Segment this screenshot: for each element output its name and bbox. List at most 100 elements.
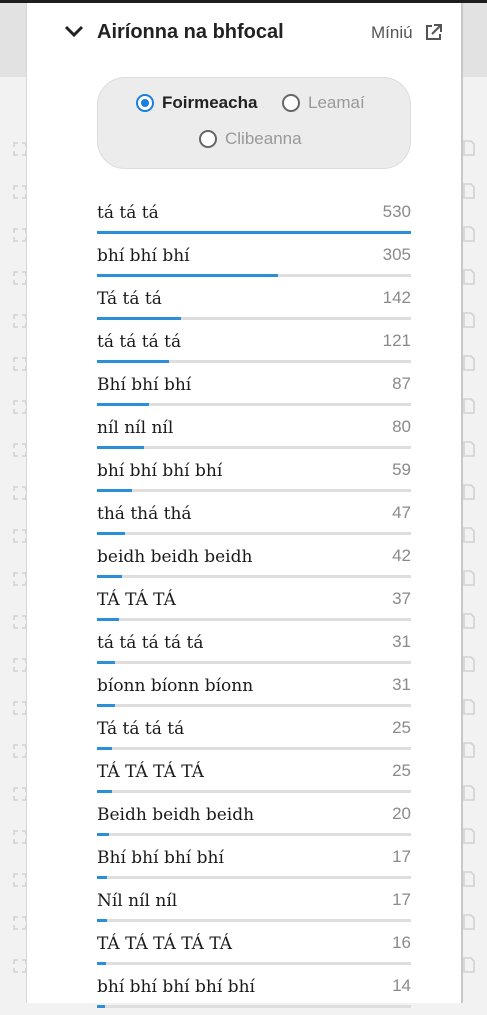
word-form: tá tá tá tá <box>97 332 182 352</box>
frequency-bar-fill <box>97 403 149 406</box>
expand-icon <box>13 443 27 462</box>
radio-option-lemmas[interactable]: Leamaí <box>282 93 365 113</box>
document-icon <box>463 269 475 290</box>
frequency-bar-track <box>97 489 411 492</box>
radio-button[interactable] <box>136 94 154 112</box>
radio-button[interactable] <box>199 130 217 148</box>
expand-icon <box>13 357 27 376</box>
document-icon <box>463 785 475 806</box>
word-count: 31 <box>392 675 411 694</box>
document-icon <box>463 140 475 161</box>
word-form: Tá tá tá tá <box>97 719 185 739</box>
word-count: 121 <box>382 331 411 350</box>
explain-link[interactable]: Míniú <box>371 23 413 43</box>
word-form: Bhí bhí bhí <box>97 375 192 395</box>
frequency-bar-fill <box>97 747 112 750</box>
radio-option-tags[interactable]: Clibeanna <box>199 129 302 149</box>
expand-icon <box>13 873 27 892</box>
expand-icon <box>13 142 27 161</box>
frequency-row[interactable]: bíonn bíonn bíonn 31 <box>97 671 411 714</box>
frequency-row[interactable]: TÁ TÁ TÁ 37 <box>97 585 411 628</box>
frequency-bar-fill <box>97 962 107 965</box>
frequency-bar-track <box>97 962 411 965</box>
frequency-row[interactable]: tá tá tá 530 <box>97 198 411 241</box>
word-count: 20 <box>392 804 411 823</box>
frequency-row[interactable]: bhí bhí bhí 305 <box>97 241 411 284</box>
frequency-bar-fill <box>97 446 145 449</box>
word-count: 142 <box>382 288 411 307</box>
frequency-row[interactable]: bhí bhí bhí bhí 59 <box>97 456 411 499</box>
expand-icon <box>13 615 27 634</box>
chevron-down-icon[interactable] <box>64 25 84 44</box>
word-form: TÁ TÁ TÁ TÁ TÁ <box>97 934 233 954</box>
frequency-row[interactable]: beidh beidh beidh 42 <box>97 542 411 585</box>
document-icon <box>463 656 475 677</box>
word-count: 59 <box>392 460 411 479</box>
word-count: 17 <box>392 847 411 866</box>
frequency-bar-track <box>97 446 411 449</box>
word-form: bhí bhí bhí bhí bhí <box>97 977 255 997</box>
frequency-bar-fill <box>97 661 116 664</box>
word-form: bíonn bíonn bíonn <box>97 676 254 696</box>
expand-icon <box>13 400 27 419</box>
frequency-row[interactable]: níl níl níl 80 <box>97 413 411 456</box>
word-form: Tá tá tá <box>97 289 162 309</box>
frequency-row[interactable]: tá tá tá tá tá 31 <box>97 628 411 671</box>
word-form: tá tá tá tá tá <box>97 633 204 653</box>
right-header-band <box>462 3 487 77</box>
radio-button[interactable] <box>282 94 300 112</box>
word-form: Bhí bhí bhí bhí <box>97 848 224 868</box>
radio-option-forms[interactable]: Foirmeacha <box>136 93 257 113</box>
word-form: beidh beidh beidh <box>97 547 253 567</box>
word-count: 31 <box>392 632 411 651</box>
word-count: 80 <box>392 417 411 436</box>
word-form: TÁ TÁ TÁ TÁ <box>97 762 204 782</box>
frequency-bar-fill <box>97 919 107 922</box>
document-icon <box>463 183 475 204</box>
word-count: 16 <box>392 933 411 952</box>
frequency-bar-fill <box>97 317 182 320</box>
frequency-bar-fill <box>97 1005 106 1008</box>
frequency-bar-fill <box>97 790 112 793</box>
external-link-icon[interactable] <box>424 23 443 47</box>
word-form: Beidh beidh beidh <box>97 805 255 825</box>
frequency-bar-track <box>97 747 411 750</box>
expand-icon <box>13 787 27 806</box>
document-icon <box>463 613 475 634</box>
document-icon <box>463 871 475 892</box>
frequency-row[interactable]: Níl níl níl 17 <box>97 886 411 929</box>
frequency-row[interactable]: TÁ TÁ TÁ TÁ 25 <box>97 757 411 800</box>
word-count: 37 <box>392 589 411 608</box>
frequency-bar-fill <box>97 489 132 492</box>
expand-icon <box>13 701 27 720</box>
document-icon <box>463 699 475 720</box>
expand-icon <box>13 185 27 204</box>
frequency-row[interactable]: Bhí bhí bhí bhí 17 <box>97 843 411 886</box>
expand-icon <box>13 830 27 849</box>
frequency-row[interactable]: bhí bhí bhí bhí bhí 14 <box>97 972 411 1015</box>
frequency-bar-track <box>97 274 411 277</box>
frequency-row[interactable]: Tá tá tá 142 <box>97 284 411 327</box>
frequency-bar-track <box>97 919 411 922</box>
radio-label: Leamaí <box>308 93 365 112</box>
frequency-row[interactable]: Tá tá tá tá 25 <box>97 714 411 757</box>
frequency-bar-fill <box>97 360 169 363</box>
panel-header[interactable]: Airíonna na bhfocal Míniú <box>27 3 461 63</box>
frequency-bar-fill <box>97 833 109 836</box>
frequency-row[interactable]: Bhí bhí bhí 87 <box>97 370 411 413</box>
frequency-bar-track <box>97 661 411 664</box>
expand-icon <box>13 228 27 247</box>
frequency-bar-track <box>97 704 411 707</box>
frequency-row[interactable]: tá tá tá tá 121 <box>97 327 411 370</box>
radio-label: Clibeanna <box>225 129 302 148</box>
frequency-bar-fill <box>97 274 278 277</box>
frequency-bar-track <box>97 833 411 836</box>
frequency-row[interactable]: TÁ TÁ TÁ TÁ TÁ 16 <box>97 929 411 972</box>
panel-title: Airíonna na bhfocal <box>97 21 284 43</box>
expand-icon <box>13 486 27 505</box>
frequency-row[interactable]: Beidh beidh beidh 20 <box>97 800 411 843</box>
frequency-bar-track <box>97 317 411 320</box>
expand-icon <box>13 314 27 333</box>
expand-icon <box>13 572 27 591</box>
frequency-row[interactable]: thá thá thá 47 <box>97 499 411 542</box>
